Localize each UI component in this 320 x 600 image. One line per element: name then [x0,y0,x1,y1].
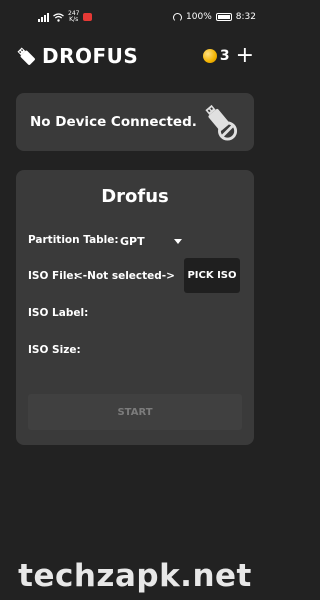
iso-file-label: ISO File: [28,270,78,282]
network-speed: 247 K/s [68,11,79,23]
iso-size-label: ISO Size: [28,344,81,356]
notification-badge-icon [83,13,93,21]
flash-settings-card: Drofus Partition Table: GPT ISO File: <-… [16,170,254,445]
coin-count: 3 [219,48,230,64]
brand: DROFUS [16,44,138,68]
status-right: 100% 8:32 [173,12,256,22]
pick-iso-button[interactable]: PICK ISO [184,258,240,293]
speedometer-icon [173,12,183,22]
status-bar: 247 K/s 100% 8:32 [0,0,270,34]
start-button[interactable]: START [28,394,242,430]
app-bar: DROFUS 3 + [16,38,254,74]
watermark-text: techzapk.net [18,558,252,594]
battery-percent: 100% [186,12,212,22]
iso-label-label: ISO Label: [28,307,89,319]
wifi-icon [53,12,64,22]
clock: 8:32 [235,12,256,22]
device-status-text: No Device Connected. [30,114,197,130]
app-title: DROFUS [42,44,139,68]
usb-disconnected-icon [205,104,237,141]
add-coins-button[interactable]: + [236,45,254,67]
status-left: 247 K/s [38,11,93,23]
partition-table-value: GPT [120,234,145,248]
dropdown-caret-icon [174,238,182,244]
coin-icon [202,49,217,63]
coin-area: 3 + [202,45,254,67]
battery-icon [215,13,232,21]
iso-file-value: <-Not selected-> [74,270,175,282]
partition-table-label: Partition Table: [28,234,119,246]
card-title: Drofus [101,186,169,207]
usb-drive-icon [17,47,35,65]
partition-table-select[interactable]: GPT [120,232,182,250]
signal-icon [38,12,49,22]
device-status-card: No Device Connected. [16,93,254,151]
network-speed-unit: K/s [69,16,79,23]
